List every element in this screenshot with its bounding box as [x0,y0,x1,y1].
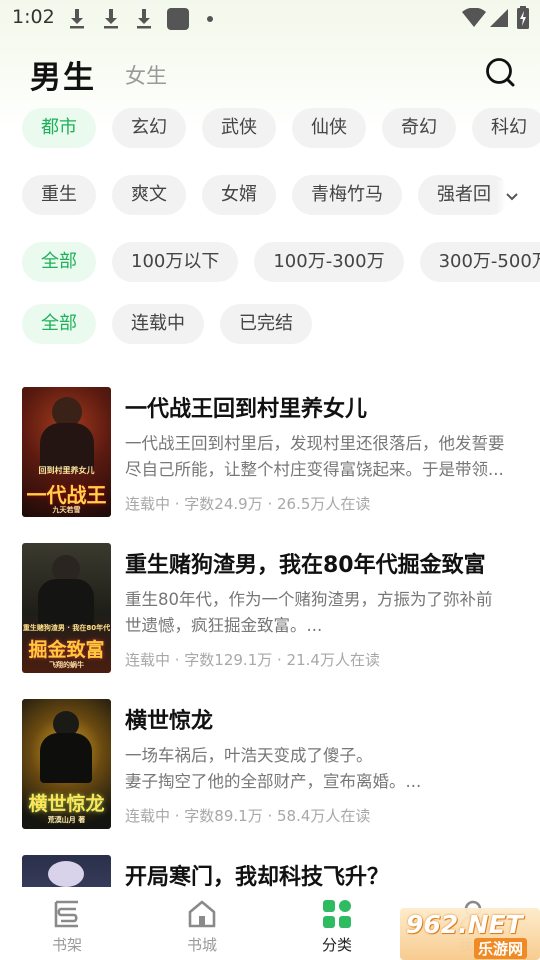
expand-tags-button[interactable] [496,180,540,216]
chip-status-all[interactable]: 全部 [22,304,96,344]
cover-figure-body [40,423,94,471]
cover-author: 荒漠山月 著 [47,816,86,824]
book-description: 一场车祸后，叶浩天变成了傻子。 妻子掏空了他的全部财产，宣布离婚。... [125,743,525,795]
nav-bookstore[interactable]: 书城 [157,887,247,960]
cover-title: 横世惊龙 [28,793,105,815]
chip-wordcount-1m-3m[interactable]: 100万-300万 [254,242,404,282]
bookstore-icon [188,900,216,928]
cover-subtitle: 重生赌狗渣男 · 我在80年代 [22,624,111,632]
chip-genre-xuanhuan[interactable]: 玄幻 [112,108,186,148]
chip-tag-chongsheng[interactable]: 重生 [22,175,96,215]
book-cover: 回到村里养女儿 一代战王 九天若雪 [22,387,111,517]
nav-category[interactable]: 分类 [292,887,382,960]
cover-figure [48,861,84,887]
status-bar: 1:02 [0,0,540,38]
nav-label: 分类 [321,936,352,954]
search-icon[interactable] [482,54,518,90]
book-title: 一代战王回到村里养女儿 [125,397,368,422]
book-meta: 连载中 · 字数129.1万 · 21.4万人在读 [125,651,380,669]
screen: 1:02 男生 女生 都市 玄幻 武侠 仙侠 奇幻 科幻 重生 爽文 女婿 青梅… [0,0,540,960]
nav-label: 书架 [51,936,82,954]
tab-male[interactable]: 男生 [30,52,96,97]
wordcount-filter-row: 全部 100万以下 100万-300万 300万-500万 [22,242,540,282]
book-cover: 重生赌狗渣男 · 我在80年代 掘金致富 飞翔的蜗牛 [22,543,111,673]
download-icon [137,9,151,29]
watermark-logo: 962.NET 乐游网 [400,908,540,960]
book-item[interactable]: 横世惊龙 荒漠山月 著 横世惊龙 一场车祸后，叶浩天变成了傻子。 妻子掏空了他的… [22,699,522,831]
cover-figure-body [38,579,94,625]
chip-wordcount-under-1m[interactable]: 100万以下 [112,242,239,282]
book-description: 一代战王回到村里后，发现村里还很落后，他发誓要 尽自己所能，让整个村庄变得富饶起… [125,431,525,483]
book-meta: 连载中 · 字数24.9万 · 26.5万人在读 [125,495,371,513]
book-description-line: 世遗憾，疯狂掘金致富。... [125,616,323,635]
cover-title: 一代战王 [26,483,107,507]
book-description: 重生80年代，作为一个赌狗渣男，方振为了弥补前 世遗憾，疯狂掘金致富。... [125,587,525,639]
book-description-line: 尽自己所能，让整个村庄变得富饶起来。于是带领... [125,460,504,479]
nav-label: 书城 [186,936,217,954]
bookshelf-icon [54,900,78,928]
chip-genre-dushi[interactable]: 都市 [22,108,96,148]
download-icon [70,9,84,29]
genre-filter-row: 都市 玄幻 武侠 仙侠 奇幻 科幻 [22,108,540,148]
app-notification-icon [167,8,189,30]
more-notifications-dot [207,16,213,22]
category-icon [323,900,351,928]
chip-status-completed[interactable]: 已完结 [220,304,312,344]
chip-genre-xianxia[interactable]: 仙侠 [292,108,366,148]
cover-author: 九天若雪 [52,506,81,514]
watermark-text: 962.NET [406,910,523,939]
tab-female[interactable]: 女生 [125,60,167,90]
cover-title: 掘金致富 [28,639,105,661]
signal-icon [490,9,508,27]
chip-status-ongoing[interactable]: 连载中 [112,304,204,344]
book-cover: 横世惊龙 荒漠山月 著 [22,699,111,829]
book-item[interactable]: 回到村里养女儿 一代战王 九天若雪 一代战王回到村里养女儿 一代战王回到村里后，… [22,387,522,519]
book-description-line: 重生80年代，作为一个赌狗渣男，方振为了弥补前 [125,590,493,609]
chip-tag-nvxu[interactable]: 女婿 [202,175,276,215]
cover-figure-body [40,733,92,783]
cover-subtitle: 回到村里养女儿 [38,466,95,475]
battery-icon [517,6,529,29]
book-item[interactable]: 重生赌狗渣男 · 我在80年代 掘金致富 飞翔的蜗牛 重生赌狗渣男，我在80年代… [22,543,522,675]
status-time: 1:02 [12,6,55,28]
book-title: 重生赌狗渣男，我在80年代掘金致富 [125,553,486,578]
book-description-line: 妻子掏空了他的全部财产，宣布离婚。... [125,772,422,791]
cover-author: 飞翔的蜗牛 [49,661,84,669]
chip-genre-kehuan[interactable]: 科幻 [472,108,540,148]
watermark-subtext: 乐游网 [474,938,528,959]
status-filter-row: 全部 连载中 已完结 [22,304,328,344]
header: 男生 女生 [0,50,540,98]
chip-wordcount-all[interactable]: 全部 [22,242,96,282]
chip-tag-qingmeizhuma[interactable]: 青梅竹马 [292,175,402,215]
book-title: 横世惊龙 [125,709,214,734]
book-meta: 连载中 · 字数89.1万 · 58.4万人在读 [125,807,371,825]
chevron-down-icon [506,193,518,201]
wifi-icon [462,8,486,27]
nav-bookshelf[interactable]: 书架 [22,887,112,960]
book-description-line: 一场车祸后，叶浩天变成了傻子。 [125,746,373,765]
book-description-line: 一代战王回到村里后，发现村里还很落后，他发誓要 [125,434,505,453]
download-icon [104,9,118,29]
chip-genre-wuxia[interactable]: 武侠 [202,108,276,148]
tag-filter-row: 重生 爽文 女婿 青梅竹马 强者回 [22,175,526,215]
chip-tag-shuangwen[interactable]: 爽文 [112,175,186,215]
chip-genre-qihuan[interactable]: 奇幻 [382,108,456,148]
chip-wordcount-3m-5m[interactable]: 300万-500万 [419,242,540,282]
